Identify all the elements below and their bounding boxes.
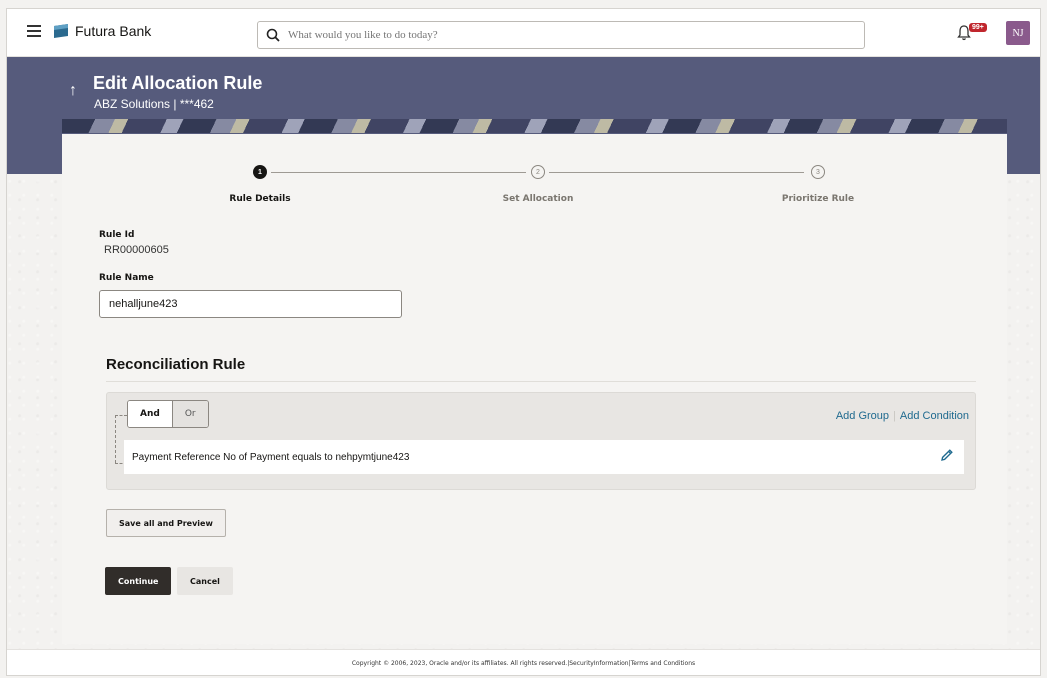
continue-button[interactable]: Continue xyxy=(105,567,172,595)
step-2-label: Set Allocation xyxy=(502,194,574,204)
notification-badge: 99+ xyxy=(969,23,987,32)
app-frame: Futura Bank 99+ NJ ↑ Edit Allocation Rul… xyxy=(6,8,1041,676)
back-arrow-icon[interactable]: ↑ xyxy=(69,82,77,100)
step-1-label: Rule Details xyxy=(229,194,291,204)
tree-connector xyxy=(115,415,127,416)
add-condition-link[interactable]: Add Condition xyxy=(900,410,969,422)
search-input[interactable] xyxy=(288,29,848,41)
and-or-toggle: And Or xyxy=(127,400,209,428)
page-subtitle: ABZ Solutions | ***462 xyxy=(94,97,214,111)
rule-id-value: RR00000605 xyxy=(104,244,169,256)
or-button[interactable]: Or xyxy=(171,401,208,427)
top-bar: Futura Bank 99+ NJ xyxy=(7,9,1040,57)
link-separator: | xyxy=(893,410,896,422)
banner-stripe xyxy=(62,119,1007,133)
bank-logo-icon xyxy=(54,24,68,38)
step-2-indicator[interactable]: 2 xyxy=(531,165,545,179)
cancel-button[interactable]: Cancel xyxy=(177,567,233,595)
stepper-connector xyxy=(549,172,804,173)
condition-text: Payment Reference No of Payment equals t… xyxy=(132,451,410,463)
form-card: 1 2 3 Rule Details Set Allocation Priori… xyxy=(62,134,1007,644)
and-button[interactable]: And xyxy=(128,401,172,427)
tree-connector xyxy=(115,415,116,463)
rule-builder: And Or Add Group | Add Condition Payment R… xyxy=(106,392,976,490)
add-group-link[interactable]: Add Group xyxy=(836,410,889,422)
brand-name: Futura Bank xyxy=(75,23,152,39)
rule-name-input[interactable] xyxy=(99,290,402,318)
page-title: Edit Allocation Rule xyxy=(93,73,263,93)
rule-actions: Add Group | Add Condition xyxy=(836,410,969,422)
rule-name-label: Rule Name xyxy=(99,273,154,283)
section-divider xyxy=(106,381,976,382)
step-1-indicator[interactable]: 1 xyxy=(253,165,267,179)
step-3-label: Prioritize Rule xyxy=(781,194,855,204)
edit-pencil-icon[interactable] xyxy=(940,448,954,462)
rule-id-label: Rule Id xyxy=(99,230,135,240)
search-icon xyxy=(266,28,280,42)
hamburger-icon[interactable] xyxy=(27,25,41,37)
search-bar[interactable] xyxy=(257,21,865,49)
condition-row: Payment Reference No of Payment equals t… xyxy=(124,440,964,474)
save-all-preview-button[interactable]: Save all and Preview xyxy=(106,509,226,537)
step-3-indicator[interactable]: 3 xyxy=(811,165,825,179)
brand[interactable]: Futura Bank xyxy=(53,23,151,39)
stepper-connector xyxy=(271,172,526,173)
avatar[interactable]: NJ xyxy=(1006,21,1030,45)
footer: Copyright © 2006, 2023, Oracle and/or it… xyxy=(7,649,1040,675)
reconciliation-title: Reconciliation Rule xyxy=(106,356,246,373)
